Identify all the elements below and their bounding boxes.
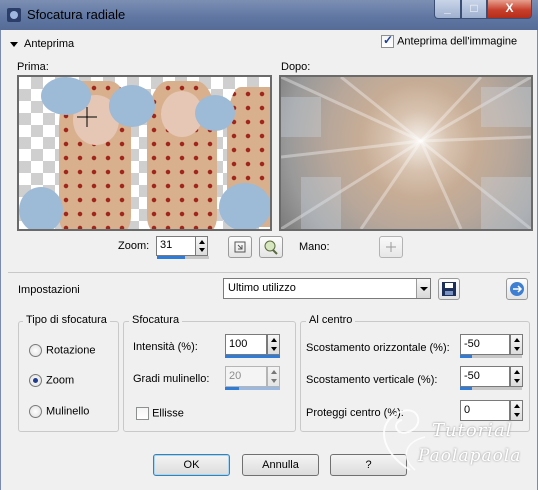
h-offset-slider[interactable] bbox=[460, 355, 472, 358]
checkbox-icon[interactable] bbox=[136, 407, 149, 420]
after-label: Dopo: bbox=[281, 61, 311, 73]
cancel-button[interactable]: Annulla bbox=[242, 454, 319, 476]
title-bar: Sfocatura radiale _ □ X bbox=[0, 0, 538, 30]
doll-hair bbox=[19, 187, 63, 229]
blur-type-group-label: Tipo di sfocatura bbox=[23, 314, 110, 326]
h-offset-spinner[interactable] bbox=[510, 334, 523, 355]
minimize-button[interactable]: _ bbox=[434, 0, 461, 19]
chevron-down-icon[interactable] bbox=[416, 279, 430, 298]
zoom-tool-button[interactable] bbox=[259, 236, 283, 258]
doll-hair bbox=[195, 95, 235, 131]
image-preview-checkbox[interactable]: Anteprima dell'immagine bbox=[381, 33, 518, 48]
twirl-slider[interactable] bbox=[225, 387, 239, 390]
zoom-input[interactable]: 31 bbox=[156, 236, 196, 256]
zoom-fit-button[interactable] bbox=[228, 236, 252, 258]
v-offset-input[interactable]: -50 bbox=[460, 366, 510, 387]
settings-label: Impostazioni bbox=[18, 284, 80, 296]
radial-blur-rays bbox=[281, 77, 531, 229]
before-label: Prima: bbox=[17, 61, 49, 73]
blur-group-label: Sfocatura bbox=[129, 314, 183, 326]
reset-icon bbox=[510, 282, 524, 296]
close-button[interactable]: X bbox=[487, 0, 532, 19]
app-icon bbox=[7, 8, 21, 22]
twirl-spinner[interactable] bbox=[267, 366, 280, 387]
doll-hair bbox=[109, 85, 155, 127]
h-offset-slider-track[interactable] bbox=[472, 355, 522, 358]
pan-button[interactable] bbox=[379, 236, 403, 258]
radio-icon[interactable] bbox=[29, 374, 42, 387]
ellipse-checkbox[interactable]: Ellisse bbox=[136, 407, 184, 420]
maximize-button[interactable]: □ bbox=[461, 0, 487, 19]
preset-value: Ultimo utilizzo bbox=[228, 282, 296, 294]
collapse-triangle-icon bbox=[10, 41, 18, 47]
watermark-line2: Paolapaola bbox=[418, 446, 522, 466]
save-preset-button[interactable] bbox=[438, 278, 460, 300]
h-offset-label: Scostamento orizzontale (%): bbox=[306, 342, 450, 354]
crosshair-icon bbox=[77, 107, 97, 127]
reset-button[interactable] bbox=[506, 278, 528, 300]
intensity-label: Intensità (%): bbox=[133, 341, 198, 353]
image-preview-label: Anteprima dell'immagine bbox=[397, 35, 518, 48]
fit-window-icon bbox=[234, 241, 246, 253]
v-offset-slider-track[interactable] bbox=[472, 387, 522, 390]
preview-toggle[interactable]: Anteprima bbox=[10, 38, 74, 50]
watermark: Tutorial Paolapaola bbox=[370, 392, 538, 472]
radio-zoom[interactable]: Zoom bbox=[29, 374, 74, 387]
checkbox-icon[interactable] bbox=[381, 33, 394, 48]
h-offset-input[interactable]: -50 bbox=[460, 334, 510, 355]
save-icon bbox=[442, 282, 456, 296]
preset-dropdown[interactable]: Ultimo utilizzo bbox=[223, 278, 431, 299]
doll-hair bbox=[219, 183, 270, 229]
separator bbox=[8, 272, 530, 273]
watermark-line1: Tutorial bbox=[432, 420, 513, 441]
twirl-label: Gradi mulinello: bbox=[133, 373, 210, 385]
zoom-slider-bar[interactable] bbox=[157, 256, 185, 259]
radio-twirl[interactable]: Mulinello bbox=[29, 405, 89, 418]
radio-icon[interactable] bbox=[29, 344, 42, 357]
magnifier-icon bbox=[264, 240, 278, 255]
zoom-slider-track[interactable] bbox=[185, 256, 209, 259]
radio-rotation[interactable]: Rotazione bbox=[29, 344, 96, 357]
ok-button[interactable]: OK bbox=[153, 454, 230, 476]
radio-icon[interactable] bbox=[29, 405, 42, 418]
intensity-input[interactable]: 100 bbox=[225, 334, 267, 355]
pan-label: Mano: bbox=[299, 241, 330, 253]
intensity-spinner[interactable] bbox=[267, 334, 280, 355]
zoom-label: Zoom: bbox=[118, 240, 150, 252]
v-offset-slider[interactable] bbox=[460, 387, 472, 390]
zoom-spinner[interactable] bbox=[195, 236, 208, 256]
after-preview bbox=[279, 75, 533, 231]
preview-toggle-label: Anteprima bbox=[24, 38, 75, 50]
intensity-slider[interactable] bbox=[225, 355, 280, 358]
center-group-label: Al centro bbox=[306, 314, 356, 326]
v-offset-label: Scostamento verticale (%): bbox=[306, 374, 438, 386]
window-title: Sfocatura radiale bbox=[27, 7, 126, 22]
twirl-input[interactable]: 20 bbox=[225, 366, 267, 387]
before-preview[interactable] bbox=[17, 75, 272, 231]
pan-crosshair-icon bbox=[386, 242, 396, 252]
v-offset-spinner[interactable] bbox=[510, 366, 523, 387]
twirl-slider-track[interactable] bbox=[239, 387, 280, 390]
